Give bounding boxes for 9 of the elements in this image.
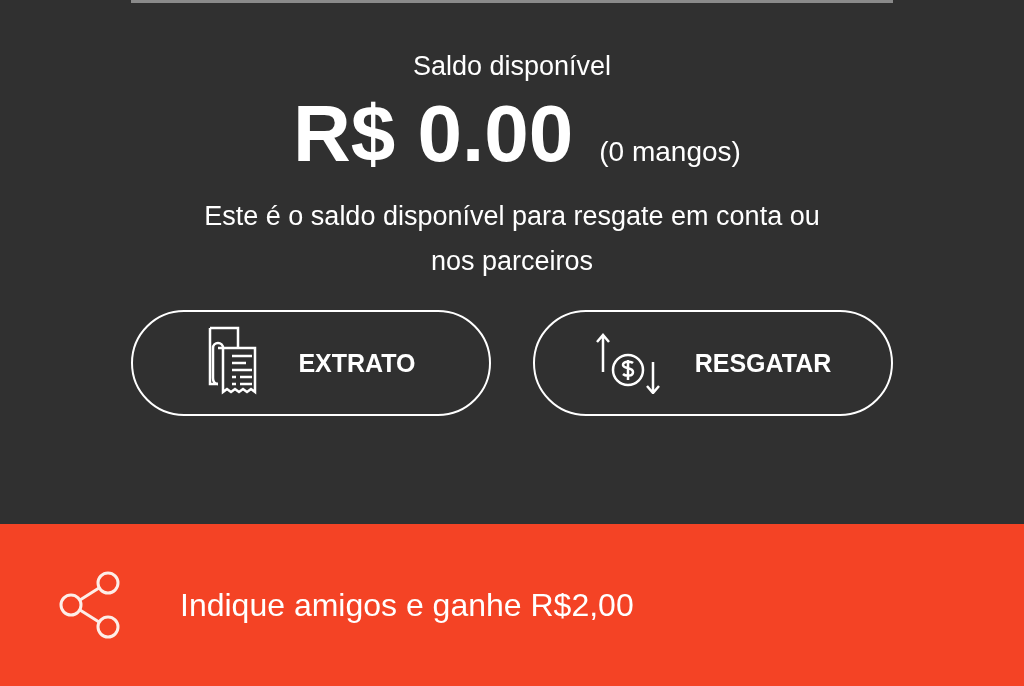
balance-note: (0 mangos) xyxy=(599,136,741,168)
balance-description: Este é o saldo disponível para resgate em conta ou nos parceiros xyxy=(203,200,821,278)
referral-text: Indique amigos e ganhe R$2,00 xyxy=(180,586,634,624)
balance-amount: R$ 0.00 xyxy=(293,94,574,174)
balance-label: Saldo disponível xyxy=(412,51,612,82)
referral-banner[interactable]: Indique amigos e ganhe R$2,00 xyxy=(0,524,1024,686)
money-exchange-icon xyxy=(594,332,661,394)
statement-button[interactable]: EXTRATO xyxy=(131,310,491,416)
redeem-button[interactable]: RESGATAR xyxy=(533,310,893,416)
